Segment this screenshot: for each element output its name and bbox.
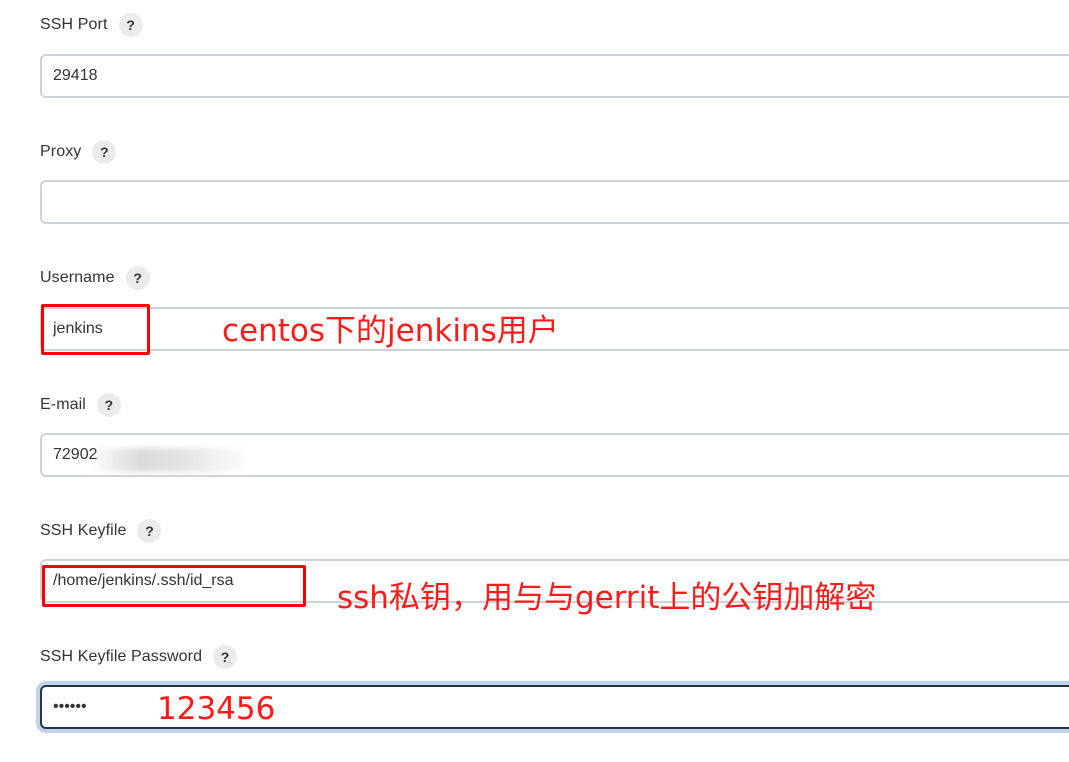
proxy-field: Proxy ? (40, 138, 1069, 166)
proxy-label: Proxy (40, 143, 82, 160)
ssh-keyfile-field: SSH Keyfile ? (40, 517, 1069, 545)
proxy-input[interactable] (40, 180, 1069, 224)
ssh-port-label: SSH Port (40, 16, 108, 33)
keyfile-annotation: ssh私钥，用与与gerrit上的公钥加解密 (337, 580, 877, 616)
password-annotation: 123456 (157, 691, 276, 727)
ssh-keyfile-password-field: SSH Keyfile Password ? (40, 643, 1069, 671)
ssh-keyfile-password-label: SSH Keyfile Password (40, 648, 203, 665)
help-icon[interactable]: ? (137, 519, 162, 543)
username-field: Username ? (40, 264, 1069, 292)
username-label: Username (40, 269, 115, 286)
help-icon[interactable]: ? (125, 266, 150, 290)
help-icon[interactable]: ? (92, 140, 117, 164)
help-icon[interactable]: ? (118, 13, 143, 37)
gerrit-ssh-settings-form: SSH Port ? Proxy ? Username ? centos下的je… (0, 0, 1069, 762)
ssh-port-input[interactable] (40, 54, 1069, 98)
help-icon[interactable]: ? (213, 645, 238, 669)
email-label: E-mail (40, 396, 86, 413)
help-icon[interactable]: ? (96, 393, 121, 417)
email-field: E-mail ? (40, 391, 1069, 419)
ssh-keyfile-label: SSH Keyfile (40, 522, 127, 539)
ssh-port-field: SSH Port ? (40, 11, 1069, 39)
username-annotation: centos下的jenkins用户 (222, 313, 559, 349)
email-input[interactable] (40, 433, 1069, 477)
